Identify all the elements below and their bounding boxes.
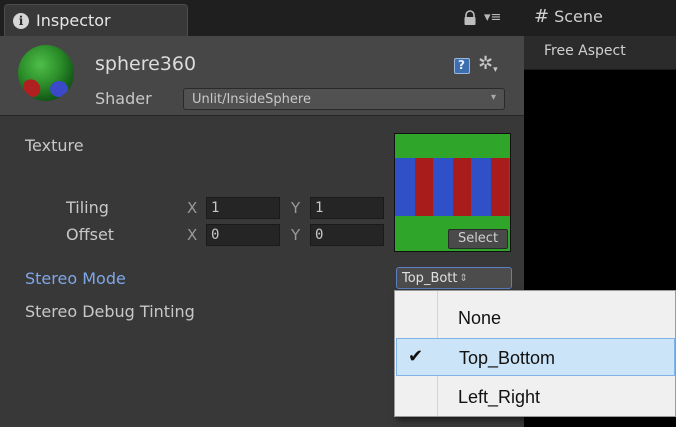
menu-item-label: Left_Right [458, 387, 541, 407]
offset-y-axis: Y [291, 226, 301, 244]
tab-scene-label: Scene [554, 7, 603, 26]
tab-inspector[interactable]: i Inspector [4, 4, 188, 36]
tiling-x-axis: X [187, 199, 198, 217]
aspect-dropdown[interactable]: Free Aspect [544, 43, 626, 59]
tab-scene[interactable]: # Scene [534, 6, 603, 27]
shader-dropdown[interactable]: Unlit/InsideSphere ▾ [183, 88, 505, 110]
object-name: sphere360 [95, 53, 197, 75]
texture-label: Texture [25, 136, 84, 155]
offset-y-field[interactable] [310, 224, 384, 246]
stereo-mode-label: Stereo Mode [25, 269, 126, 288]
texture-preview-middle [395, 158, 510, 220]
scene-grid-icon: # [534, 6, 550, 27]
tiling-label: Tiling [66, 198, 109, 217]
menu-item-label: None [458, 308, 502, 328]
panel-menu-icon[interactable]: ▾≡ [484, 11, 510, 25]
stereo-mode-value: Top_Bott [402, 270, 458, 286]
info-icon: i [13, 12, 29, 29]
updown-arrow-icon: ⇕ [459, 272, 468, 284]
offset-x-field[interactable] [206, 224, 280, 246]
tab-inspector-label: Inspector [36, 11, 111, 30]
material-header: sphere360 ✲ Shader Unlit/InsideSphere ▾ [0, 36, 524, 116]
shader-label: Shader [95, 89, 152, 108]
shader-dropdown-value: Unlit/InsideSphere [192, 91, 311, 107]
checkmark-icon: ✔ [408, 346, 424, 366]
texture-select-button[interactable]: Select [448, 229, 508, 249]
lock-icon[interactable] [463, 10, 477, 26]
inspector-tabstrip: i Inspector ▾≡ [0, 0, 524, 36]
menu-item-none[interactable]: None [396, 299, 675, 337]
menu-item-label: Top_Bottom [459, 348, 556, 368]
tiling-y-field[interactable] [310, 197, 384, 219]
stereo-debug-tinting-label: Stereo Debug Tinting [25, 302, 195, 321]
menu-item-top-bottom[interactable]: ✔ Top_Bottom [396, 338, 675, 376]
material-preview-sphere [18, 45, 74, 101]
help-book-icon[interactable] [454, 58, 470, 74]
chevron-down-icon: ▾ [490, 92, 496, 103]
offset-x-axis: X [187, 226, 198, 244]
tiling-y-axis: Y [291, 199, 301, 217]
tiling-x-field[interactable] [206, 197, 280, 219]
texture-slot[interactable]: Select [394, 133, 511, 252]
gear-icon[interactable]: ✲ [478, 54, 498, 77]
offset-label: Offset [66, 225, 115, 244]
scene-tabbar: # Scene [524, 0, 676, 36]
scene-toolbar: Free Aspect [524, 36, 676, 70]
stereo-mode-menu: None ✔ Top_Bottom Left_Right [394, 290, 676, 417]
stereo-mode-dropdown[interactable]: Top_Bott ⇕ [396, 267, 512, 289]
menu-item-left-right[interactable]: Left_Right [396, 378, 675, 416]
